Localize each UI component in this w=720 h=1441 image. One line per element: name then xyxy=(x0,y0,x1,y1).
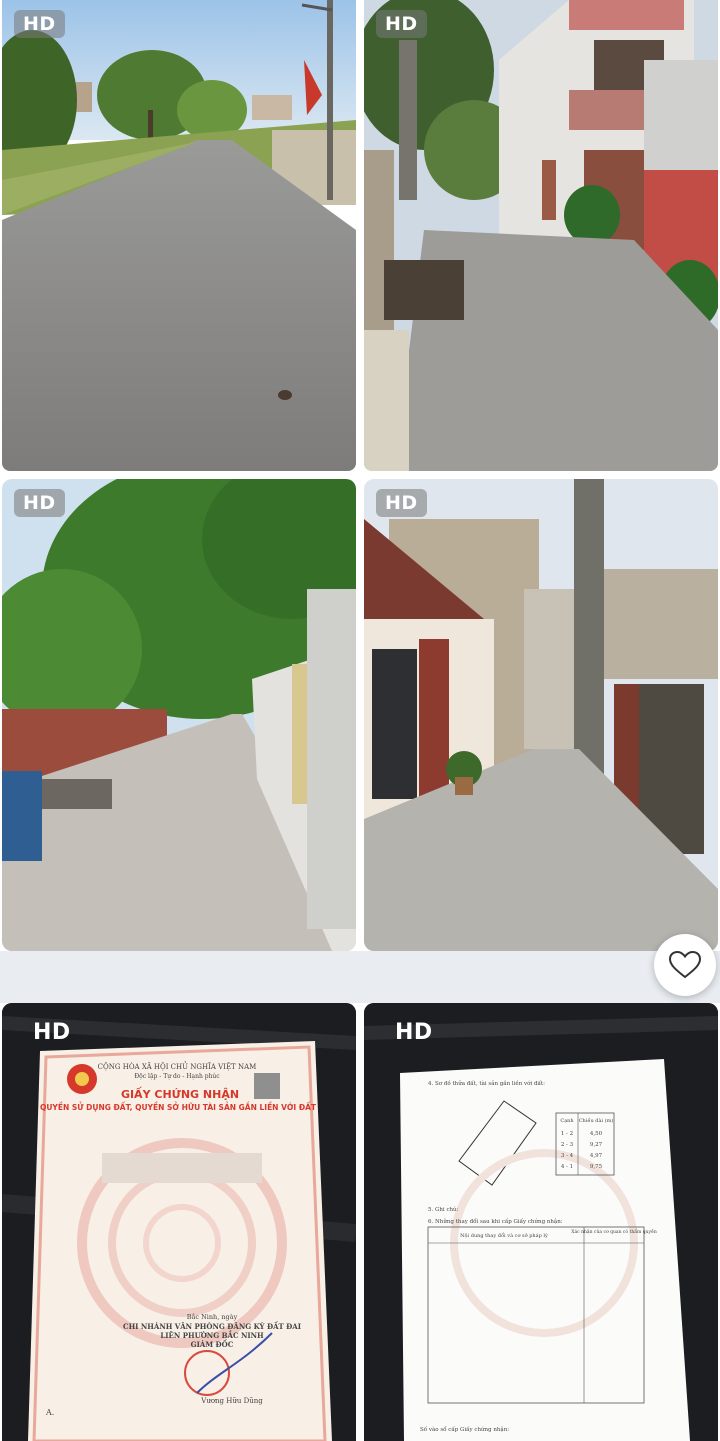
hd-badge: HD xyxy=(376,10,427,38)
cert-title: GIẤY CHỨNG NHẬN xyxy=(121,1086,239,1101)
alley-house-photo xyxy=(364,0,718,471)
listing-photo-1[interactable]: HD xyxy=(2,0,356,471)
edge-header-2: Chiều dài (m) xyxy=(579,1116,614,1124)
cert-header-2: Độc lập - Tự do - Hạnh phúc xyxy=(134,1073,220,1080)
plot-section-6: 6. Những thay đổi sau khi cấp Giấy chứng… xyxy=(428,1218,563,1225)
edge-row-1-name: 1 - 2 xyxy=(561,1131,573,1137)
plot-section-4: 4. Sơ đồ thửa đất, tài sản gắn liền với … xyxy=(428,1079,545,1087)
cert-place: Bắc Ninh, ngày xyxy=(187,1312,238,1321)
listing-photo-5[interactable]: CỘNG HÒA XÃ HỘI CHỦ NGHĨA VIỆT NAM Độc l… xyxy=(2,1003,356,1441)
narrow-alley-photo xyxy=(364,479,718,951)
edge-row-3-len: 4,97 xyxy=(590,1153,603,1159)
favorite-button[interactable] xyxy=(654,934,716,996)
cert-signer: Vương Hữu Dũng xyxy=(200,1397,263,1405)
heart-icon xyxy=(668,950,702,979)
listing-photo-3[interactable]: HD xyxy=(2,479,356,951)
edge-row-4-name: 4 - 1 xyxy=(561,1164,573,1170)
edge-row-2-name: 2 - 3 xyxy=(561,1142,574,1148)
listing-photo-6[interactable]: 4. Sơ đồ thửa đất, tài sản gắn liền với … xyxy=(364,1003,718,1441)
hd-badge: HD xyxy=(376,489,427,517)
cert-subtitle: QUYỀN SỬ DỤNG ĐẤT, QUYỀN SỞ HỮU TÀI SẢN … xyxy=(40,1102,317,1112)
cert-office-1: CHI NHÁNH VĂN PHÒNG ĐĂNG KÝ ĐẤT ĐAI xyxy=(123,1321,301,1331)
plot-diagram-photo: 4. Sơ đồ thửa đất, tài sản gắn liền với … xyxy=(364,1003,718,1441)
cert-header-1: CỘNG HÒA XÃ HỘI CHỦ NGHĨA VIỆT NAM xyxy=(98,1061,257,1071)
road-photo xyxy=(2,0,356,471)
certificate-photo: CỘNG HÒA XÃ HỘI CHỦ NGHĨA VIỆT NAM Độc l… xyxy=(2,1003,356,1441)
hd-badge: HD xyxy=(14,489,65,517)
plot-col-change: Nội dung thay đổi và cơ sở pháp lý xyxy=(460,1232,548,1239)
lane-wall-photo xyxy=(2,479,356,951)
edge-row-3-name: 3 - 4 xyxy=(561,1153,574,1159)
section-divider xyxy=(0,951,720,1003)
cert-role: GIÁM ĐỐC xyxy=(191,1339,234,1349)
edge-header-1: Cạnh xyxy=(560,1118,574,1124)
cert-serial: A. xyxy=(45,1408,54,1417)
listing-photo-4[interactable]: HD xyxy=(364,479,718,951)
edge-row-1-len: 4,50 xyxy=(590,1131,603,1137)
hd-badge: HD xyxy=(395,1020,433,1045)
listing-photo-2[interactable]: HD xyxy=(364,0,718,471)
plot-footer: Số vào sổ cấp Giấy chứng nhận: xyxy=(420,1426,509,1433)
edge-row-4-len: 9,75 xyxy=(590,1164,603,1170)
hd-badge: HD xyxy=(14,10,65,38)
cert-office-2: LIÊN PHƯỜNG BẮC NINH xyxy=(160,1330,264,1340)
hd-badge: HD xyxy=(33,1020,71,1045)
plot-section-5: 5. Ghi chú: xyxy=(428,1206,459,1213)
edge-row-2-len: 9,27 xyxy=(590,1142,603,1148)
